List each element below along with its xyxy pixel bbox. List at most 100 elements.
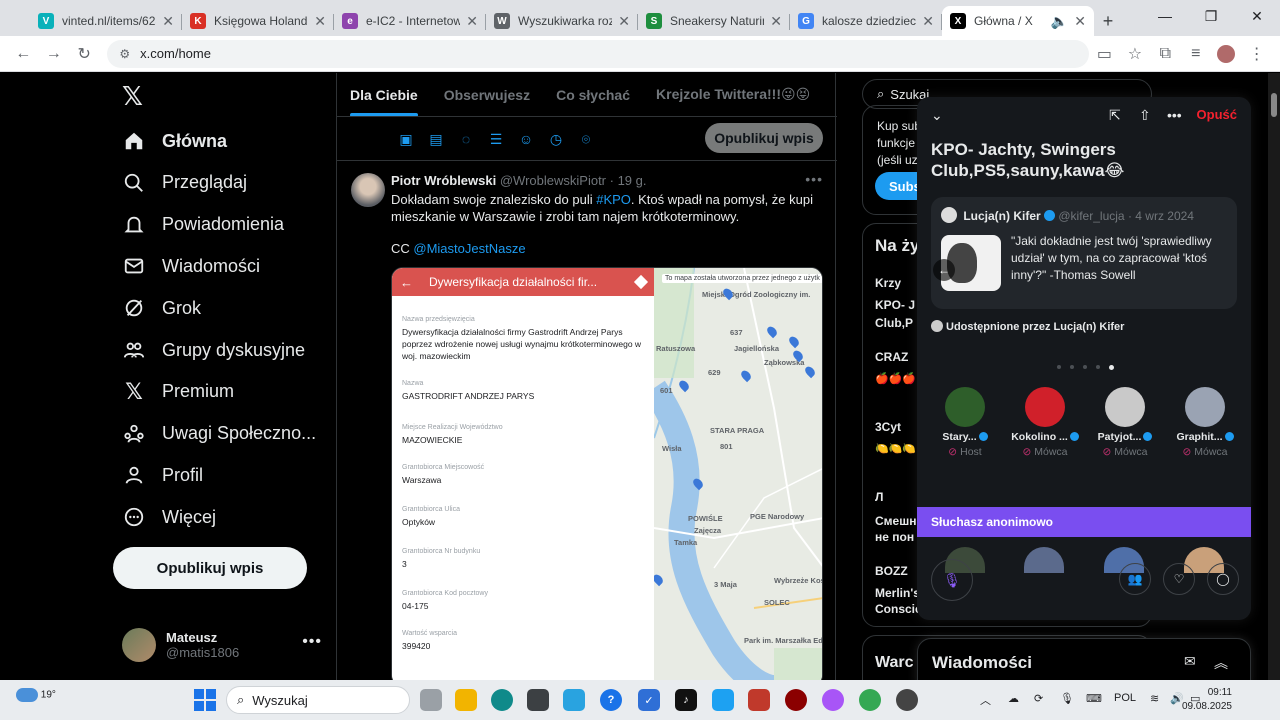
react-heart-icon[interactable]: ♡ [1163, 563, 1195, 595]
nav-item[interactable]: 𝕏 Premium [122, 372, 234, 412]
trend-item[interactable]: Club,P [875, 316, 913, 330]
microphone-icon[interactable]: 🎙 [931, 559, 973, 601]
carousel-dot[interactable] [1096, 365, 1100, 369]
page-scrollbar[interactable] [1268, 73, 1280, 680]
nav-item[interactable]: Powiadomienia [122, 205, 284, 245]
mention-link[interactable]: @MiastoJestNasze [413, 241, 525, 256]
nav-item[interactable]: Więcej [122, 497, 216, 537]
browser-tab[interactable]: K Księgowa Holandia ✕ [182, 6, 334, 36]
post-button[interactable]: Opublikuj wpis [113, 547, 307, 589]
share-icon[interactable]: ⇧ [1139, 107, 1151, 124]
new-tab-button[interactable]: + [1094, 6, 1122, 36]
trend-item[interactable]: Смешн [875, 514, 916, 528]
previous-arrow-icon[interactable]: ← [933, 259, 955, 281]
composer-post-button[interactable]: Opublikuj wpis [705, 123, 823, 153]
close-tab-icon[interactable]: ✕ [770, 13, 782, 30]
trend-item[interactable]: Л [875, 490, 883, 504]
close-tab-icon[interactable]: ✕ [314, 13, 326, 30]
external-link-icon[interactable]: ⇱ [1109, 107, 1121, 124]
minimize-icon[interactable]: — [1142, 0, 1188, 32]
app-icon[interactable] [712, 689, 734, 711]
trend-item[interactable]: 🍋🍋🍋 [875, 442, 916, 455]
back-arrow-icon[interactable]: ← [8, 38, 38, 70]
trend-item[interactable]: Merlin's [875, 586, 920, 600]
address-bar[interactable]: ⚙ x.com/home [107, 39, 1090, 68]
trend-item[interactable]: не пон [875, 530, 914, 544]
reload-icon[interactable]: ↻ [69, 38, 99, 70]
tweet-author-handle[interactable]: @WroblewskiPiotr [500, 173, 606, 188]
gif-icon[interactable]: ▤ [421, 129, 451, 149]
tweet-author-avatar[interactable] [351, 173, 385, 207]
browser-tab[interactable]: X Główna / X 🔈 ✕ [942, 6, 1094, 36]
clock[interactable]: 09:11 09.08.2025 [1182, 686, 1232, 714]
feed-tab[interactable]: Dla Ciebie [337, 73, 431, 116]
comment-icon[interactable]: ◯ [1207, 563, 1239, 595]
trend-item[interactable]: 3Cyt [875, 420, 901, 434]
browser-tab[interactable]: Vvinted.nl/items/6230 ✕ [30, 6, 182, 36]
schedule-icon[interactable]: ◷ [541, 129, 571, 149]
tweet-author-name[interactable]: Piotr Wróblewski [391, 173, 496, 188]
tray-keyboard-icon[interactable]: ⌨ [1086, 692, 1102, 705]
poll-icon[interactable]: ☰ [481, 129, 511, 149]
app-icon[interactable] [822, 689, 844, 711]
more-dots-icon[interactable]: ••• [302, 633, 322, 651]
browser-tab[interactable]: e e-IC2 - Internetowa ✕ [334, 6, 486, 36]
trend-item[interactable]: CRAZ [875, 350, 908, 364]
trend-item[interactable]: Conscio [875, 602, 922, 616]
feed-tab[interactable]: Co słychać [543, 73, 643, 116]
edge-icon[interactable] [491, 689, 513, 711]
close-tab-icon[interactable]: ✕ [1074, 13, 1086, 30]
carousel-dot[interactable] [1070, 365, 1074, 369]
start-button[interactable] [194, 689, 216, 711]
trend-item[interactable]: KPO- J [875, 298, 915, 312]
feed-tab[interactable]: Pociąg [823, 73, 837, 116]
space-speaker[interactable]: Patyjot... ⊘ Mówca [1085, 387, 1165, 458]
chrome-icon[interactable] [859, 689, 881, 711]
extensions-icon[interactable]: ⧉ [1150, 38, 1180, 70]
more-dots-icon[interactable]: ••• [1167, 107, 1182, 123]
nav-item[interactable]: Uwagi Społeczno... [122, 414, 316, 454]
file-explorer-icon[interactable] [455, 689, 477, 711]
pinned-quote-tweet[interactable]: Lucja(n) Kifer @kifer_lucja · 4 wrz 2024… [931, 197, 1237, 309]
store-icon[interactable] [527, 689, 549, 711]
grok-icon[interactable]: ◌ [451, 129, 481, 149]
app-icon[interactable] [563, 689, 585, 711]
nav-item[interactable]: Wiadomości [122, 246, 260, 286]
nav-item[interactable]: Główna [122, 121, 227, 161]
nav-item[interactable]: Grok [122, 288, 201, 328]
space-speaker[interactable]: Graphit... ⊘ Mówca [1165, 387, 1245, 458]
nav-item[interactable]: Przeglądaj [122, 163, 247, 203]
browser-tab[interactable]: W Wyszukiwarka rozkła ✕ [486, 6, 638, 36]
image-icon[interactable]: ▣ [391, 129, 421, 149]
tray-chevron-icon[interactable]: ︿ [980, 692, 991, 708]
browser-tab[interactable]: S Sneakersy Naturino ✕ [638, 6, 790, 36]
close-tab-icon[interactable]: ✕ [466, 13, 478, 30]
location-icon[interactable]: ⌾ [571, 129, 601, 149]
close-window-icon[interactable]: ✕ [1234, 0, 1280, 32]
tray-icon[interactable]: ☁ [1008, 692, 1019, 705]
tweet-more-icon[interactable]: ••• [805, 171, 823, 187]
tweet[interactable]: Piotr Wróblewski @WroblewskiPiotr · 19 g… [337, 161, 837, 680]
app-icon[interactable] [748, 689, 770, 711]
people-icon[interactable]: 👥 [1119, 563, 1151, 595]
app-icon[interactable] [896, 689, 918, 711]
emoji-icon[interactable]: ☺ [511, 129, 541, 149]
reading-list-icon[interactable]: ≡ [1181, 38, 1211, 70]
task-view-icon[interactable] [420, 689, 442, 711]
trend-item[interactable]: 🍎🍎🍎 [875, 372, 916, 385]
browser-tab[interactable]: Gkalosze dziedziece d ✕ [790, 6, 942, 36]
help-icon[interactable]: ? [600, 689, 622, 711]
profile-avatar[interactable] [1211, 38, 1241, 70]
collapse-chevron-icon[interactable]: ⌄ [931, 107, 943, 124]
site-info-icon[interactable]: ⚙ [119, 47, 130, 61]
account-switcher[interactable]: Mateusz @matis1806 ••• [122, 625, 322, 665]
language-indicator[interactable]: POL [1114, 692, 1136, 704]
close-tab-icon[interactable]: ✕ [162, 13, 174, 30]
carousel-dot[interactable] [1057, 365, 1061, 369]
tiktok-icon[interactable]: ♪ [675, 689, 697, 711]
tray-icon[interactable]: ⟳ [1034, 692, 1043, 705]
maximize-icon[interactable]: ❐ [1188, 0, 1234, 32]
leave-space-button[interactable]: Opuść [1197, 107, 1237, 122]
hashtag-link[interactable]: #KPO [596, 192, 631, 207]
new-message-icon[interactable]: ✉ [1184, 653, 1196, 670]
